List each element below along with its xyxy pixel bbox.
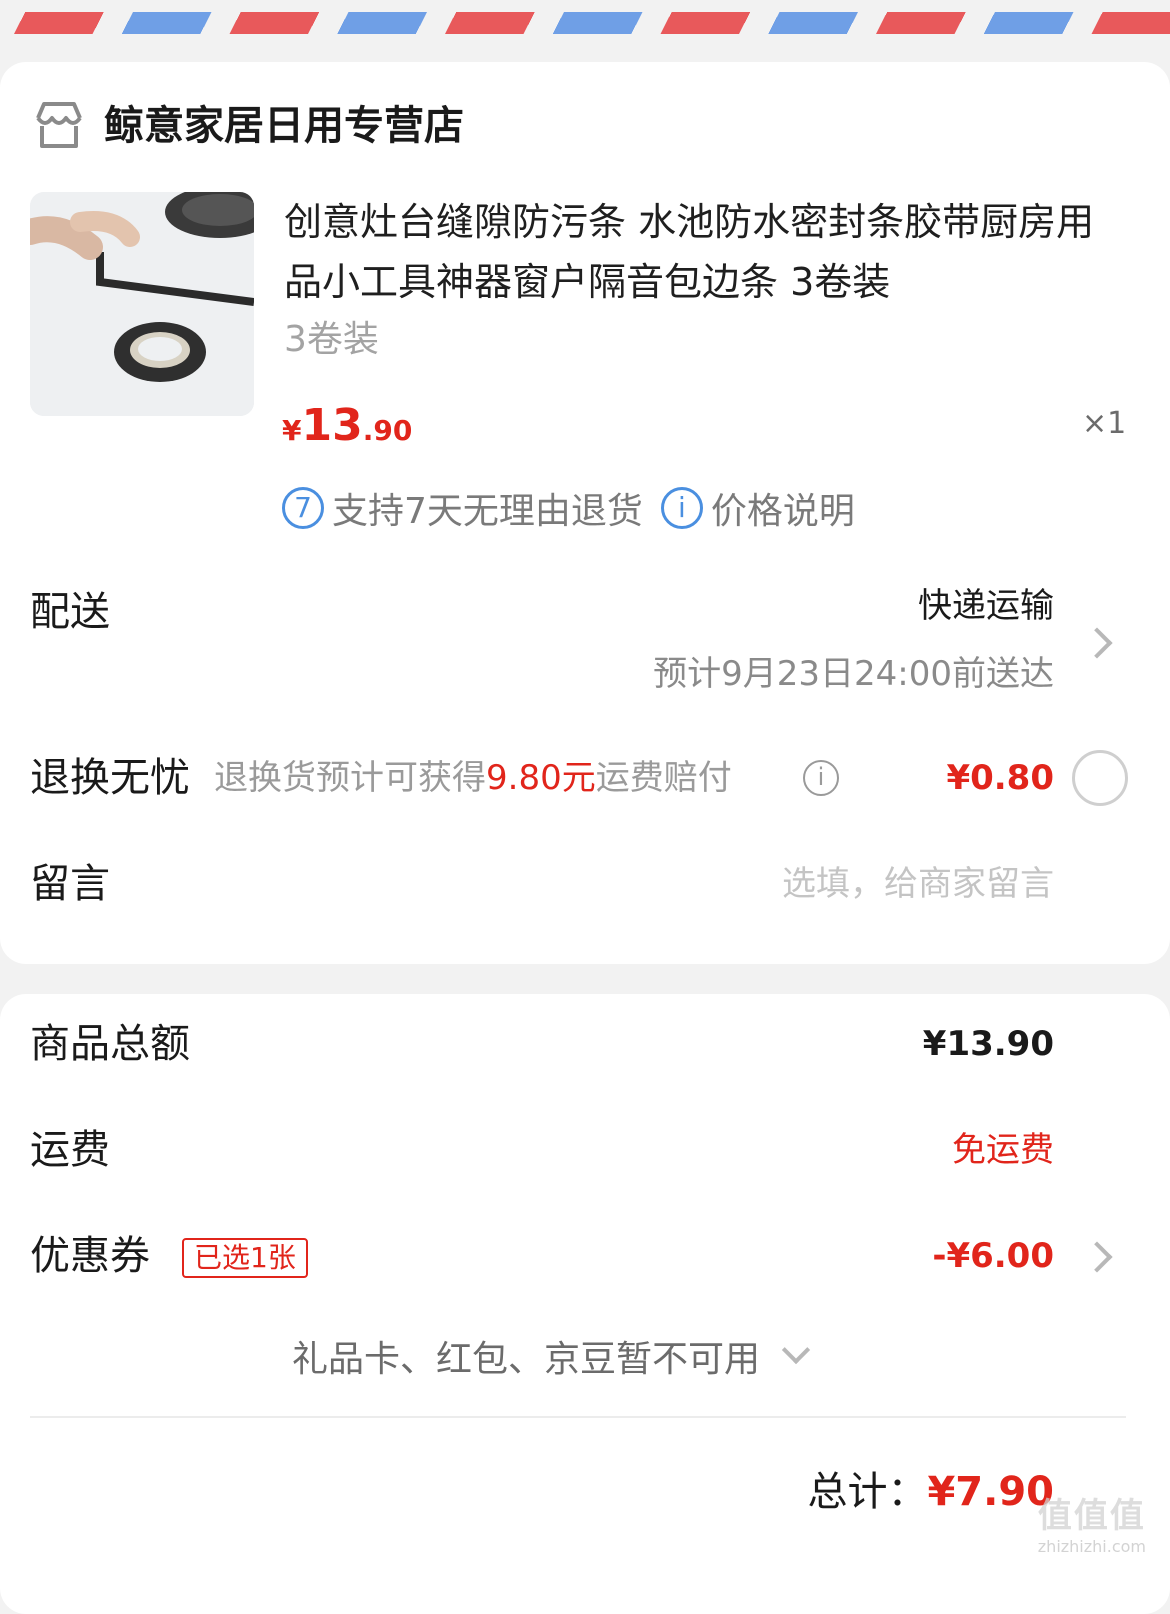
- watermark-url: zhizhizhi.com: [1037, 1537, 1146, 1556]
- return-service-desc: 退换货预计可获得9.80元运费赔付: [214, 754, 732, 802]
- price-explanation-link[interactable]: 价格说明: [711, 482, 855, 534]
- price-symbol: ¥: [282, 414, 302, 447]
- product-quantity: ×1: [1082, 406, 1127, 441]
- service-tags: 7 支持7天无理由退货 i 价格说明: [282, 484, 873, 532]
- product-price: ¥13.90: [282, 394, 412, 467]
- unavailable-payments-toggle[interactable]: 礼品卡、红包、京豆暂不可用: [292, 1330, 811, 1382]
- delivery-label: 配送: [30, 589, 110, 635]
- coupon-chevron-right-icon[interactable]: [1081, 1241, 1113, 1273]
- return-desc-amount: 9.80元: [486, 758, 596, 798]
- store-name[interactable]: 鲸意家居日用专营店: [104, 98, 464, 154]
- product-spec: 3卷装: [284, 319, 379, 360]
- seven-day-return-icon: 7: [282, 487, 324, 529]
- total-value: ¥7.90: [927, 1469, 1054, 1515]
- delivery-eta: 预计9月23日24:00前送达: [653, 654, 1054, 694]
- total-label: 总计：: [807, 1469, 928, 1515]
- order-item-card: 鲸意家居日用专营店 创意灶台缝隙防污条 水池防水密封条胶带厨房用品小工具神器窗户…: [0, 62, 1170, 964]
- shipping-label: 运费: [30, 1127, 110, 1173]
- return-service-radio[interactable]: [1072, 750, 1128, 806]
- coupon-value[interactable]: -¥6.00: [932, 1232, 1054, 1280]
- goods-total-label: 商品总额: [30, 1021, 190, 1067]
- product-title[interactable]: 创意灶台缝隙防污条 水池防水密封条胶带厨房用品小工具神器窗户隔音包边条 3卷装: [284, 192, 1124, 312]
- price-integer: 13: [301, 400, 363, 451]
- return-desc-prefix: 退换货预计可获得: [214, 758, 486, 798]
- watermark-logo: 值值值: [1037, 1496, 1146, 1536]
- return-info-icon[interactable]: i: [803, 760, 839, 796]
- product-image[interactable]: [30, 192, 254, 416]
- coupon-label: 优惠券: [30, 1233, 150, 1279]
- order-summary-card: 商品总额 ¥13.90 运费 免运费 优惠券 已选1张 -¥6.00 礼品卡、红…: [0, 994, 1170, 1614]
- return-service-label: 退换无忧: [30, 755, 190, 801]
- watermark: 值值值 zhizhizhi.com: [1038, 1488, 1146, 1556]
- return-policy-tag[interactable]: 支持7天无理由退货: [332, 482, 643, 534]
- delivery-chevron-right-icon[interactable]: [1081, 627, 1113, 659]
- shipping-value: 免运费: [952, 1130, 1054, 1170]
- goods-total-value: ¥13.90: [922, 1024, 1054, 1064]
- delivery-method[interactable]: 快递运输: [918, 582, 1054, 630]
- price-decimal: .90: [362, 414, 413, 447]
- summary-divider: [30, 1416, 1126, 1418]
- unavailable-payments-text: 礼品卡、红包、京豆暂不可用: [292, 1339, 761, 1380]
- coupon-selected-badge: 已选1张: [182, 1238, 308, 1278]
- airmail-border-mask: [0, 0, 1170, 12]
- store-icon: [32, 98, 86, 152]
- message-label: 留言: [30, 861, 110, 907]
- return-service-price: ¥0.80: [946, 758, 1054, 798]
- chevron-down-icon: [781, 1335, 811, 1365]
- return-desc-suffix: 运费赔付: [595, 758, 732, 798]
- message-input[interactable]: 选填，给商家留言: [782, 860, 1054, 908]
- info-icon[interactable]: i: [660, 487, 703, 529]
- order-total: 总计：¥7.90: [807, 1464, 1054, 1520]
